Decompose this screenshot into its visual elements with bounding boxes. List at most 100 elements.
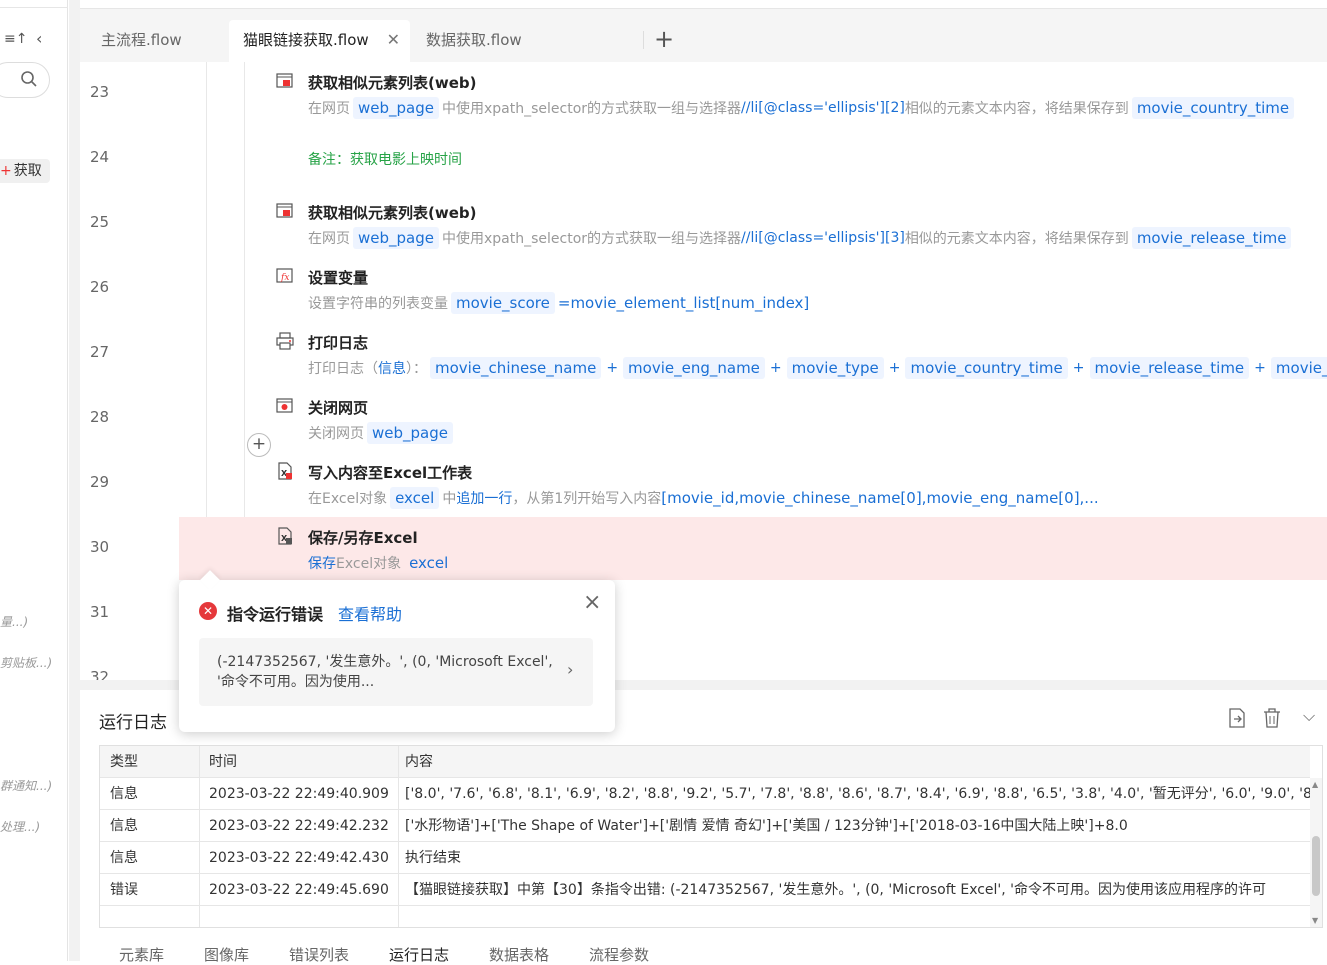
column-divider (398, 746, 399, 927)
command-close-webpage[interactable]: 关闭网页 关闭网页 web_page (276, 397, 456, 444)
variable-chip[interactable]: movie_type (786, 357, 884, 379)
command-get-similar-elements[interactable]: 获取相似元素列表(web) 在网页 web_page 中使用xpath_sele… (276, 72, 1297, 119)
sort-icon[interactable]: ≡↑ (4, 31, 27, 47)
log-content: 【猫眼链接获取】中第【30】条指令出错: (-2147352567, '发生意外… (405, 882, 1267, 898)
sidebar-item-group-notify[interactable]: 群通知...) (0, 777, 52, 794)
sidebar-item-process[interactable]: 处理...) (0, 818, 40, 835)
code-line-23[interactable]: 23 获取相似元素列表(web) 在网页 web_page 中使用xpath_s… (80, 62, 1327, 127)
variable-chip[interactable]: web_page (353, 227, 439, 249)
search-icon[interactable] (20, 70, 38, 88)
error-detail-box[interactable]: (-2147352567, '发生意外。', (0, 'Microsoft Ex… (199, 638, 593, 706)
command-description: 保存 Excel对象 excel (308, 552, 456, 574)
variable-chip[interactable]: movie_country_time (1131, 97, 1295, 119)
close-icon[interactable]: × (583, 590, 601, 615)
variable-chip[interactable]: web_page (367, 422, 453, 444)
variable-chip[interactable]: excel (404, 552, 453, 574)
tab-flow-params[interactable]: 流程参数 (589, 944, 649, 965)
command-get-similar-elements[interactable]: 获取相似元素列表(web) 在网页 web_page 中使用xpath_sele… (276, 202, 1294, 249)
left-sidebar: ≡↑ ‹ + 获取 量...) 剪贴板...) 群通知...) 处理...) (0, 0, 68, 961)
tab-element-library[interactable]: 元素库 (119, 944, 164, 965)
code-line-24[interactable]: 24 备注：获取电影上映时间 (80, 127, 1327, 192)
action-value[interactable]: 保存 (308, 553, 336, 573)
tab-data-table[interactable]: 数据表格 (489, 944, 549, 965)
panel-splitter[interactable] (69, 0, 80, 961)
add-tab-icon[interactable]: + (654, 25, 674, 53)
command-print-log[interactable]: 打印日志 打印日志（ 信息 ）： movie_chinese_name + mo… (276, 332, 1327, 379)
tab-image-library[interactable]: 图像库 (204, 944, 249, 965)
code-line-30[interactable]: 30 X 保存/另存Excel 保存 Excel对象 excel (80, 517, 1327, 582)
help-link[interactable]: 查看帮助 (338, 601, 402, 625)
variable-chip[interactable]: excel (390, 487, 440, 509)
tab-maoyan-link[interactable]: 猫眼链接获取.flow ✕ (229, 20, 410, 63)
command-title: 获取相似元素列表(web) (308, 204, 477, 222)
chevron-down-icon[interactable]: ⌵ (1303, 706, 1315, 726)
command-write-excel[interactable]: X 写入内容至Excel工作表 在Excel对象 excel 中 追加一行 ，从… (278, 462, 1099, 509)
desc-text: ，从第1列开始写入内容 (512, 491, 662, 507)
code-line-29[interactable]: 29 X 写入内容至Excel工作表 在Excel对象 excel 中 追加一行… (80, 452, 1327, 517)
line-number: 30 (90, 538, 110, 556)
variable-chip[interactable]: movie_release_time (1089, 357, 1250, 379)
log-time: 2023-03-22 22:49:40.909 (209, 786, 389, 802)
log-time: 2023-03-22 22:49:42.232 (209, 818, 389, 834)
chevron-right-icon[interactable]: › (567, 660, 573, 679)
close-icon[interactable]: ✕ (387, 20, 400, 60)
variable-chip[interactable]: movie_score (451, 292, 555, 314)
table-row[interactable]: 信息 2023-03-22 22:49:40.909 ['8.0', '7.6'… (100, 778, 1310, 810)
export-icon[interactable] (1228, 708, 1246, 728)
vertical-scrollbar[interactable]: ▲ ▼ (1310, 778, 1322, 927)
command-save-excel[interactable]: X 保存/另存Excel 保存 Excel对象 excel (278, 527, 456, 574)
selector-value[interactable]: //li[@class='ellipsis'][3] (741, 230, 905, 246)
desc-text: 在Excel对象 (308, 491, 388, 507)
log-time: 2023-03-22 22:49:42.430 (209, 850, 389, 866)
scrollbar-thumb[interactable] (1312, 836, 1320, 896)
variable-chip[interactable]: movie_score (1270, 357, 1327, 379)
add-command-button[interactable]: + (247, 433, 271, 457)
desc-text: 在网页 (308, 101, 350, 117)
log-level-value[interactable]: 信息 (378, 358, 406, 378)
line-number: 23 (90, 83, 110, 101)
variable-chip[interactable]: movie_country_time (905, 357, 1068, 379)
selector-value[interactable]: //li[@class='ellipsis'][2] (741, 100, 905, 116)
sidebar-item-clipboard[interactable]: 剪贴板...) (0, 654, 52, 671)
log-table: 类型 时间 内容 信息 2023-03-22 22:49:40.909 ['8.… (99, 745, 1323, 928)
sidebar-item-variable[interactable]: 量...) (0, 613, 28, 630)
variable-chip[interactable]: movie_eng_name (623, 357, 765, 379)
table-header: 类型 时间 内容 (100, 746, 1310, 778)
tab-error-list[interactable]: 错误列表 (289, 944, 349, 965)
popup-title: 指令运行错误 (227, 605, 324, 624)
scroll-up-icon[interactable]: ▲ (1312, 780, 1318, 789)
tab-label: 数据获取.flow (426, 31, 522, 49)
scroll-down-icon[interactable]: ▼ (1312, 916, 1318, 925)
table-row[interactable]: 错误 2023-03-22 22:49:45.690 【猫眼链接获取】中第【30… (100, 874, 1310, 906)
close-webpage-icon (276, 398, 293, 413)
variable-chip[interactable]: movie_chinese_name (430, 357, 602, 379)
trash-icon[interactable] (1263, 708, 1281, 728)
tab-main-flow[interactable]: 主流程.flow (87, 20, 227, 63)
plus-operator: + (1072, 360, 1085, 376)
log-type: 错误 (110, 882, 138, 898)
tab-data-fetch[interactable]: 数据获取.flow (412, 20, 552, 63)
command-description: 打印日志（ 信息 ）： movie_chinese_name + movie_e… (308, 357, 1327, 379)
expression-value[interactable]: =movie_element_list[num_index] (558, 294, 809, 312)
table-row[interactable]: 信息 2023-03-22 22:49:42.232 ['水形物语']+['Th… (100, 810, 1310, 842)
chevron-left-icon[interactable]: ‹ (36, 29, 42, 48)
column-divider (199, 746, 200, 927)
log-content: ['8.0', '7.6', '6.8', '8.1', '6.9', '8.2… (405, 786, 1310, 802)
code-line-26[interactable]: 26 fx 设置变量 设置字符串的列表变量 movie_score =movie… (80, 257, 1327, 322)
table-row[interactable]: 信息 2023-03-22 22:49:42.430 执行结束 (100, 842, 1310, 874)
command-set-variable[interactable]: fx 设置变量 设置字符串的列表变量 movie_score =movie_el… (276, 267, 809, 314)
error-popup: ✕ 指令运行错误 查看帮助 × (-2147352567, '发生意外。', (… (179, 570, 615, 732)
variable-chip[interactable]: movie_release_time (1131, 227, 1292, 249)
desc-text: 相似的元素文本内容，将结果保存到 (904, 101, 1129, 117)
action-value[interactable]: 追加一行 (456, 488, 512, 508)
command-description: 在Excel对象 excel 中 追加一行 ，从第1列开始写入内容 [movie… (308, 487, 1099, 509)
sidebar-item-get[interactable]: + 获取 (0, 159, 50, 183)
variable-chip[interactable]: web_page (353, 97, 439, 119)
content-value[interactable]: [movie_id,movie_chinese_name[0],movie_en… (661, 489, 1098, 507)
tab-run-log[interactable]: 运行日志 (389, 944, 449, 965)
command-title: 打印日志 (308, 334, 369, 352)
column-header: 时间 (209, 754, 237, 770)
desc-text: 在网页 (308, 231, 350, 247)
code-line-25[interactable]: 25 获取相似元素列表(web) 在网页 web_page 中使用xpath_s… (80, 192, 1327, 257)
code-line-27[interactable]: 27 打印日志 打印日志（ 信息 ）： movie_chinese_name +… (80, 322, 1327, 387)
